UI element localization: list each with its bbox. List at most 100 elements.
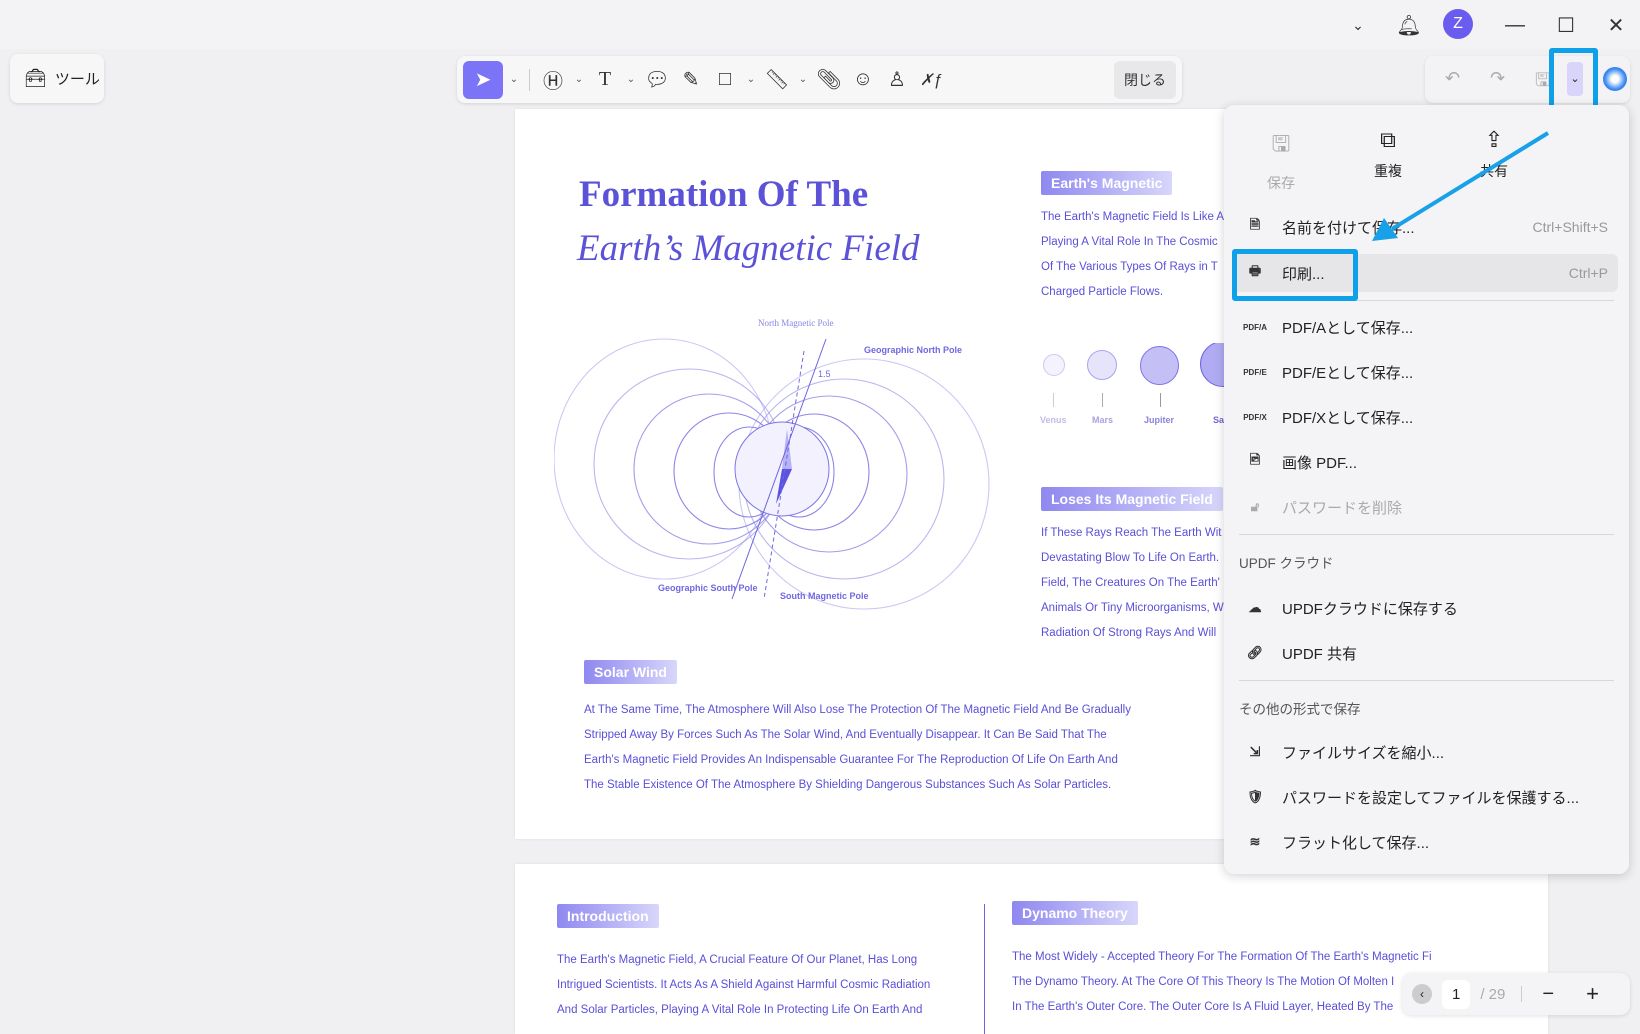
text-line: Devastating Blow To Life On Earth.	[1041, 552, 1220, 564]
text-line: Earth's Magnetic Field Provides An Indis…	[584, 754, 1118, 766]
comment-icon[interactable]: 💬︎	[642, 61, 672, 99]
section-text: At The Same Time, The Atmosphere Will Al…	[584, 698, 1131, 798]
chevron-down-icon[interactable]: ⌄	[572, 61, 586, 99]
close-button[interactable]: 閉じる	[1114, 60, 1176, 99]
attachment-icon[interactable]: 📎︎	[814, 61, 844, 99]
chevron-down-icon[interactable]: ⌄	[624, 61, 638, 99]
tick	[1053, 393, 1054, 407]
stamp-icon[interactable]: ♙	[882, 61, 912, 99]
planet-venus	[1043, 354, 1065, 376]
column-divider	[984, 904, 985, 1034]
chevron-down-icon[interactable]: ⌄	[744, 61, 758, 99]
menu-label: PDF/Xとして保存...	[1282, 409, 1414, 427]
menu-share-button[interactable]: ⇪ 共有	[1454, 127, 1534, 181]
text-line: Charged Particle Flows.	[1041, 286, 1164, 298]
menu-label: PDF/Eとして保存...	[1282, 364, 1414, 382]
text-line: The Most Widely - Accepted Theory For Th…	[1012, 951, 1432, 963]
text-line: Of The Various Types Of Rays in T	[1041, 261, 1218, 273]
ai-assistant-icon[interactable]	[1603, 67, 1627, 91]
menu-item-compress[interactable]: ⇲ ファイルサイズを縮小...	[1232, 733, 1618, 771]
select-tool-icon[interactable]: ➤	[463, 60, 503, 99]
text-line: Intrigued Scientists. It Acts As A Shiel…	[557, 979, 931, 991]
menu-save-button[interactable]: 🖫 保存	[1241, 127, 1321, 193]
planet-jupiter	[1140, 346, 1179, 385]
text-line: The Stable Existence Of The Atmosphere B…	[584, 779, 1112, 791]
menu-item-remove-password[interactable]: 🔓︎ パスワードを削除	[1232, 488, 1618, 526]
page-navigator: ‹ 1 / 29 − +	[1402, 973, 1630, 1015]
chevron-down-icon[interactable]: ⌄	[796, 61, 810, 99]
zoom-out-icon[interactable]: −	[1542, 983, 1554, 1006]
redo-icon[interactable]: ↷	[1490, 68, 1505, 89]
measure-icon[interactable]: 📏︎	[762, 61, 792, 99]
menu-item-image-pdf[interactable]: 🖻 画像 PDF...	[1232, 443, 1618, 481]
text-tool-icon[interactable]: T	[590, 61, 620, 99]
title-bar: ⌄ 🔔︎ Z — ☐ ✕	[0, 0, 1640, 49]
cloud-upload-icon: ☁	[1248, 600, 1262, 615]
page-number-input[interactable]: 1	[1442, 979, 1471, 1009]
pdf-page-2: Introduction The Earth's Magnetic Field,…	[515, 864, 1548, 1034]
planet-label: Jupiter	[1144, 415, 1175, 425]
menu-label: PDF/Aとして保存...	[1282, 319, 1414, 337]
section-text: If These Rays Reach The Earth Wit Devast…	[1041, 521, 1224, 646]
chevron-down-icon[interactable]: ⌄	[1343, 10, 1373, 40]
link-icon: 🔗︎	[1246, 645, 1264, 660]
tick	[1102, 393, 1103, 407]
planet-label: Venus	[1040, 415, 1067, 425]
menu-label: UPDF 共有	[1282, 645, 1358, 663]
rectangle-icon[interactable]: □	[710, 61, 740, 99]
menu-item-pdfx[interactable]: PDF/X PDF/Xとして保存...	[1232, 398, 1618, 436]
text-line: If These Rays Reach The Earth Wit	[1041, 527, 1222, 539]
text-line: The Earth's Magnetic Field Is Like A	[1041, 211, 1224, 223]
shortcut: Ctrl+Shift+S	[1532, 219, 1608, 235]
menu-item-flatten[interactable]: ≋ フラット化して保存...	[1232, 823, 1618, 861]
menu-section-header: その他の形式で保存	[1239, 702, 1361, 717]
planet-row: Venus Mars Jupiter Sa	[1040, 343, 1224, 443]
image-pdf-icon: 🖻	[1249, 452, 1261, 467]
sticker-icon[interactable]: ☺	[848, 61, 878, 99]
label-geo-south: Geographic South Pole	[658, 583, 758, 593]
menu-item-pdfa[interactable]: PDF/A PDF/Aとして保存...	[1232, 308, 1618, 346]
menu-duplicate-button[interactable]: ⧉ 重複	[1348, 127, 1428, 181]
maximize-icon[interactable]: ☐	[1551, 10, 1581, 40]
duplicate-icon: ⧉	[1380, 127, 1396, 152]
bell-icon[interactable]: 🔔︎	[1394, 10, 1424, 40]
menu-label: パスワードを設定してファイルを保護する...	[1282, 789, 1580, 807]
minimize-icon[interactable]: —	[1500, 10, 1530, 40]
compress-icon: ⇲	[1249, 744, 1261, 759]
text-line: The Dynamo Theory. At The Core Of This T…	[1012, 976, 1395, 988]
undo-icon[interactable]: ↶	[1445, 68, 1460, 89]
section-heading: Loses Its Magnetic Field	[1041, 487, 1223, 511]
avatar[interactable]: Z	[1443, 9, 1473, 39]
tools-button[interactable]: 🧰︎ ツール	[10, 54, 104, 103]
zoom-in-icon[interactable]: +	[1586, 981, 1599, 1007]
pdfx-icon: PDF/X	[1243, 412, 1267, 422]
text-line: Stripped Away By Forces Such As The Sola…	[584, 729, 1107, 741]
section-text: The Earth's Magnetic Field Is Like A Pla…	[1041, 205, 1224, 305]
signature-icon[interactable]: ✗ƒ	[916, 61, 946, 99]
menu-item-save-cloud[interactable]: ☁ UPDFクラウドに保存する	[1232, 589, 1618, 627]
planet-saturn	[1200, 343, 1224, 387]
menu-item-updf-share[interactable]: 🔗︎ UPDF 共有	[1232, 634, 1618, 672]
menu-item-save-as[interactable]: 🗎 名前を付けて保存... Ctrl+Shift+S	[1232, 208, 1618, 246]
close-window-icon[interactable]: ✕	[1601, 10, 1631, 40]
protect-icon: 🛡︎	[1246, 789, 1264, 804]
menu-label: 共有	[1480, 163, 1508, 179]
label-south-magnetic: South Magnetic Pole	[780, 591, 869, 601]
remove-password-icon: 🔓︎	[1250, 499, 1260, 514]
prev-page-icon[interactable]: ‹	[1412, 984, 1432, 1004]
menu-item-protect[interactable]: 🛡︎ パスワードを設定してファイルを保護する...	[1232, 778, 1618, 816]
toolbox-icon: 🧰︎	[24, 68, 47, 88]
right-toolbar: ↶ ↷ 🖫 ⌄	[1425, 56, 1630, 103]
chevron-down-icon[interactable]: ⌄	[507, 61, 521, 99]
highlight-tool-icon[interactable]: Ⓗ	[538, 61, 568, 99]
save-icon: 🖫	[1271, 131, 1291, 156]
divider	[1239, 534, 1614, 535]
planet-label: Sa	[1213, 415, 1224, 425]
menu-label: 重複	[1374, 163, 1402, 179]
text-line: Playing A Vital Role In The Cosmic	[1041, 236, 1218, 248]
pencil-icon[interactable]: ✎	[676, 61, 706, 99]
menu-label: フラット化して保存...	[1282, 834, 1430, 852]
save-dropdown-menu: 🖫 保存 ⧉ 重複 ⇪ 共有 🗎 名前を付けて保存... Ctrl+Shift+S 🖶 印刷…	[1224, 105, 1629, 874]
planet-label: Mars	[1092, 415, 1114, 425]
menu-item-pdfe[interactable]: PDF/E PDF/Eとして保存...	[1232, 353, 1618, 391]
